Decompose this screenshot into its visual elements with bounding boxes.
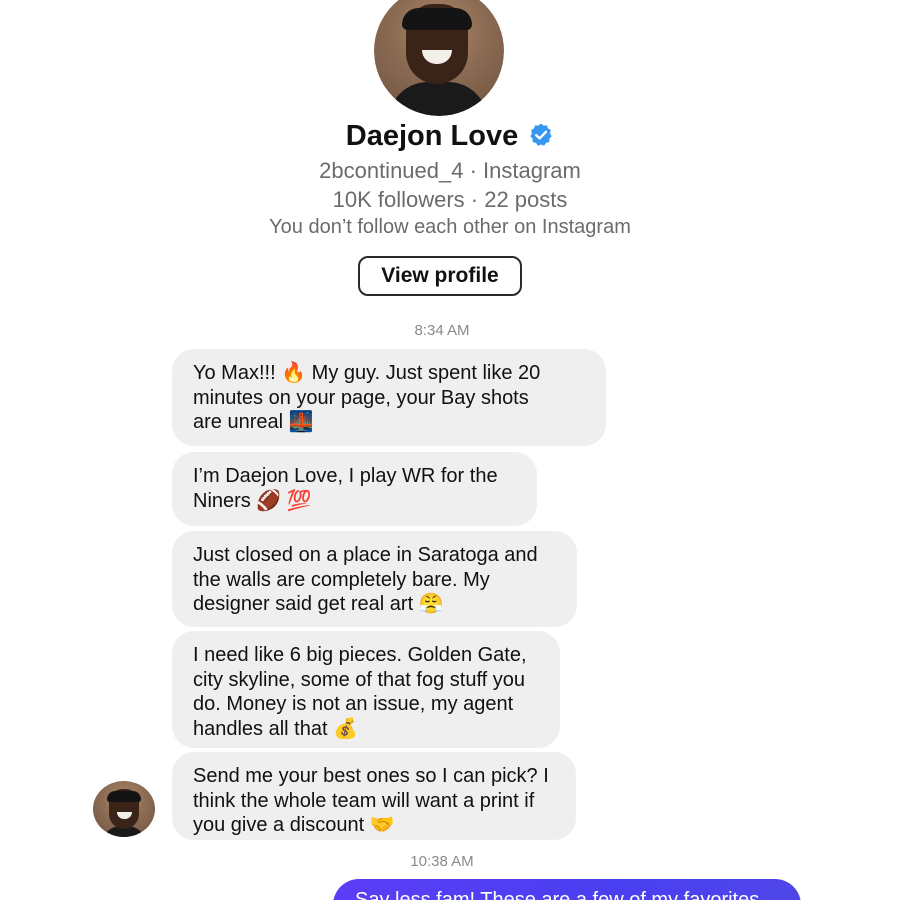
outgoing-message[interactable]: Say less fam! These are a few of my favo… [333, 879, 801, 900]
message-timestamp: 10:38 AM [410, 853, 474, 870]
profile-name-row: Daejon Love [0, 120, 900, 153]
message-thread-screen: Daejon Love 2bcontinued_4 · Instagram 10… [0, 0, 900, 900]
profile-photo [374, 0, 504, 116]
view-profile-button[interactable]: View profile [358, 256, 522, 296]
profile-avatar[interactable] [374, 0, 504, 116]
sender-avatar[interactable] [93, 781, 155, 837]
follow-status-note: You don’t follow each other on Instagram [269, 216, 631, 238]
profile-handle: 2bcontinued_4 · Instagram [319, 158, 581, 183]
message-timestamp: 8:34 AM [414, 322, 470, 339]
incoming-message[interactable]: Send me your best ones so I can pick? I … [172, 752, 576, 840]
incoming-message[interactable]: Yo Max!!! 🔥 My guy. Just spent like 20 m… [172, 349, 606, 446]
incoming-message[interactable]: I’m Daejon Love, I play WR for the Niner… [172, 452, 537, 526]
incoming-message[interactable]: Just closed on a place in Saratoga and t… [172, 531, 577, 627]
verified-badge-icon [530, 123, 552, 146]
profile-name: Daejon Love [345, 120, 519, 152]
profile-stats: 10K followers · 22 posts [332, 187, 568, 212]
incoming-message[interactable]: I need like 6 big pieces. Golden Gate, c… [172, 631, 560, 748]
